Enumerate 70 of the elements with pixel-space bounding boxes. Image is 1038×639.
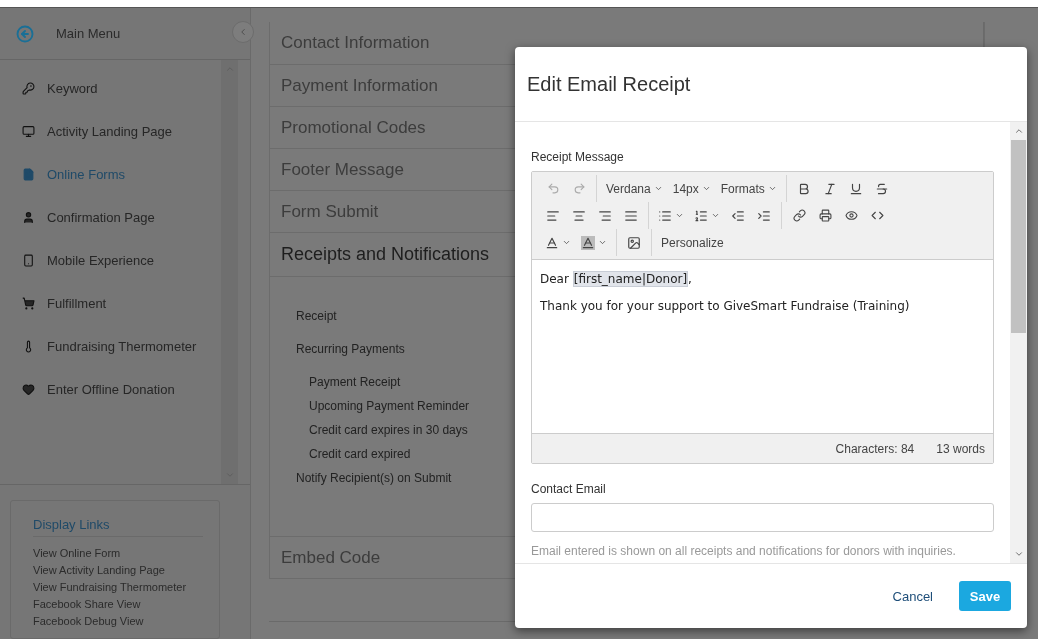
personalize-button[interactable]: Personalize (657, 231, 728, 254)
menu-item[interactable]: Confirmation Page (0, 196, 221, 240)
caret-icon (675, 211, 684, 220)
undo-icon (546, 182, 560, 195)
message-text: Dear [first_name|Donor], (540, 272, 693, 286)
scroll-up-icon (1013, 126, 1024, 136)
field-label: Contact Email (531, 482, 607, 496)
menu-item[interactable]: Enter Offline Donation (0, 368, 221, 412)
caret-icon (562, 238, 571, 247)
strikethrough-icon (874, 181, 889, 196)
size-dropdown[interactable]: 14px (668, 177, 715, 200)
monitor-icon (22, 125, 35, 139)
email-field[interactable] (531, 503, 994, 532)
numbered-list-icon (694, 208, 708, 223)
panel-title: Display Links (33, 517, 203, 537)
dialog-title: Edit Email Receipt (515, 47, 1027, 122)
display-link[interactable]: View Fundraising Thermometer (33, 579, 197, 596)
menu-item[interactable]: Activity Landing Page (0, 110, 221, 154)
highlight-icon (581, 235, 595, 250)
help-text: Email entered is shown on all receipts and notifications for donors with inquiries. (531, 544, 957, 558)
back-icon (16, 24, 34, 43)
indent-icon (757, 208, 771, 223)
chevron-icon (238, 27, 248, 37)
character-count: Characters: 84 (835, 441, 915, 456)
align-center-icon (572, 208, 586, 223)
link-icon (792, 209, 806, 222)
scroll-thumb[interactable] (1011, 140, 1026, 333)
text-color-icon (545, 235, 559, 250)
print-icon (818, 209, 832, 222)
cart-icon (22, 297, 35, 311)
heart-icon (22, 383, 35, 397)
eye-icon (844, 209, 858, 222)
menu-item[interactable]: Mobile Experience (0, 239, 221, 283)
align-right-icon (598, 208, 612, 223)
underline-icon (848, 181, 863, 196)
field-label: Receipt Message (531, 150, 625, 164)
font-dropdown[interactable]: Verdana (602, 177, 667, 200)
image-icon (627, 235, 641, 250)
menu-item[interactable]: Keyword (0, 67, 221, 111)
italic-icon (822, 181, 837, 196)
caret-icon (767, 184, 777, 193)
justify-icon (624, 208, 638, 223)
document-icon (22, 168, 35, 182)
outdent-icon (731, 208, 745, 223)
save-button[interactable]: Save (959, 581, 1011, 611)
bullet-list-icon (658, 208, 672, 223)
word-count: 13 words (936, 441, 985, 456)
display-link[interactable]: View Activity Landing Page (33, 562, 197, 579)
menu-item[interactable]: Fundraising Thermometer (0, 325, 221, 369)
caret-icon (653, 184, 663, 193)
menu-item[interactable]: Fulfillment (0, 282, 221, 326)
key-icon (22, 82, 35, 96)
display-link[interactable]: Facebook Share View (33, 596, 197, 613)
caret-icon (701, 184, 711, 193)
caret-icon (598, 238, 607, 247)
code-icon (870, 209, 884, 222)
rich-text-editor[interactable]: Verdana 14px Formats Personalize Dear [first_name|Donor], Thank you for your support to GiveSmart Fundraise (Training) Characters: 84 13 words (531, 171, 994, 464)
display-link[interactable]: View Online Form (33, 545, 197, 562)
display-link[interactable]: Facebook Debug View (33, 613, 197, 630)
person-icon (22, 211, 35, 225)
message-text: Thank you for your support to GiveSmart Fundraise (Training) (540, 299, 911, 313)
menu-title: Main Menu (56, 26, 121, 42)
cancel-button[interactable]: Cancel (886, 587, 939, 605)
align-left-icon (546, 208, 560, 223)
redo-icon (572, 182, 586, 195)
caret-icon (711, 211, 720, 220)
menu-item[interactable]: Online Forms (0, 153, 221, 197)
formats-dropdown[interactable]: Formats (716, 177, 781, 200)
scroll-down-icon (1013, 549, 1024, 559)
phone-icon (22, 254, 35, 268)
